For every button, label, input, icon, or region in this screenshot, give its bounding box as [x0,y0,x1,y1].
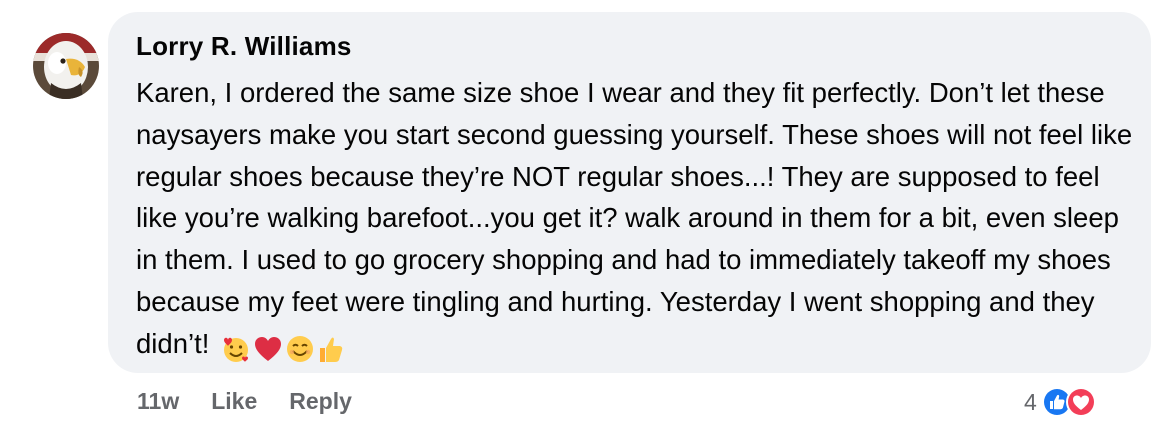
reactions-summary[interactable]: 4 [1024,386,1097,418]
smiling-face-icon [287,335,314,362]
comment-body: Karen, I ordered the same size shoe I we… [136,72,1136,368]
comment-emojis [221,326,345,368]
like-button[interactable]: Like [211,386,257,416]
love-reaction-icon [1065,387,1096,417]
comment-bubble: Lorry R. Williams Karen, I ordered the s… [108,12,1151,373]
comment-text: Karen, I ordered the same size shoe I we… [136,77,1133,359]
red-heart-icon [255,336,282,361]
reaction-count: 4 [1024,389,1037,415]
comment-author-name[interactable]: Lorry R. Williams [136,30,1123,62]
avatar[interactable] [33,33,99,99]
eagle-avatar-image [33,33,99,99]
comment-actions: 11w Like Reply [137,386,352,416]
thumbs-up-icon [320,337,343,362]
comment-timestamp[interactable]: 11w [137,386,179,416]
reply-button[interactable]: Reply [289,386,352,416]
smiling-face-with-hearts-icon [224,337,249,362]
